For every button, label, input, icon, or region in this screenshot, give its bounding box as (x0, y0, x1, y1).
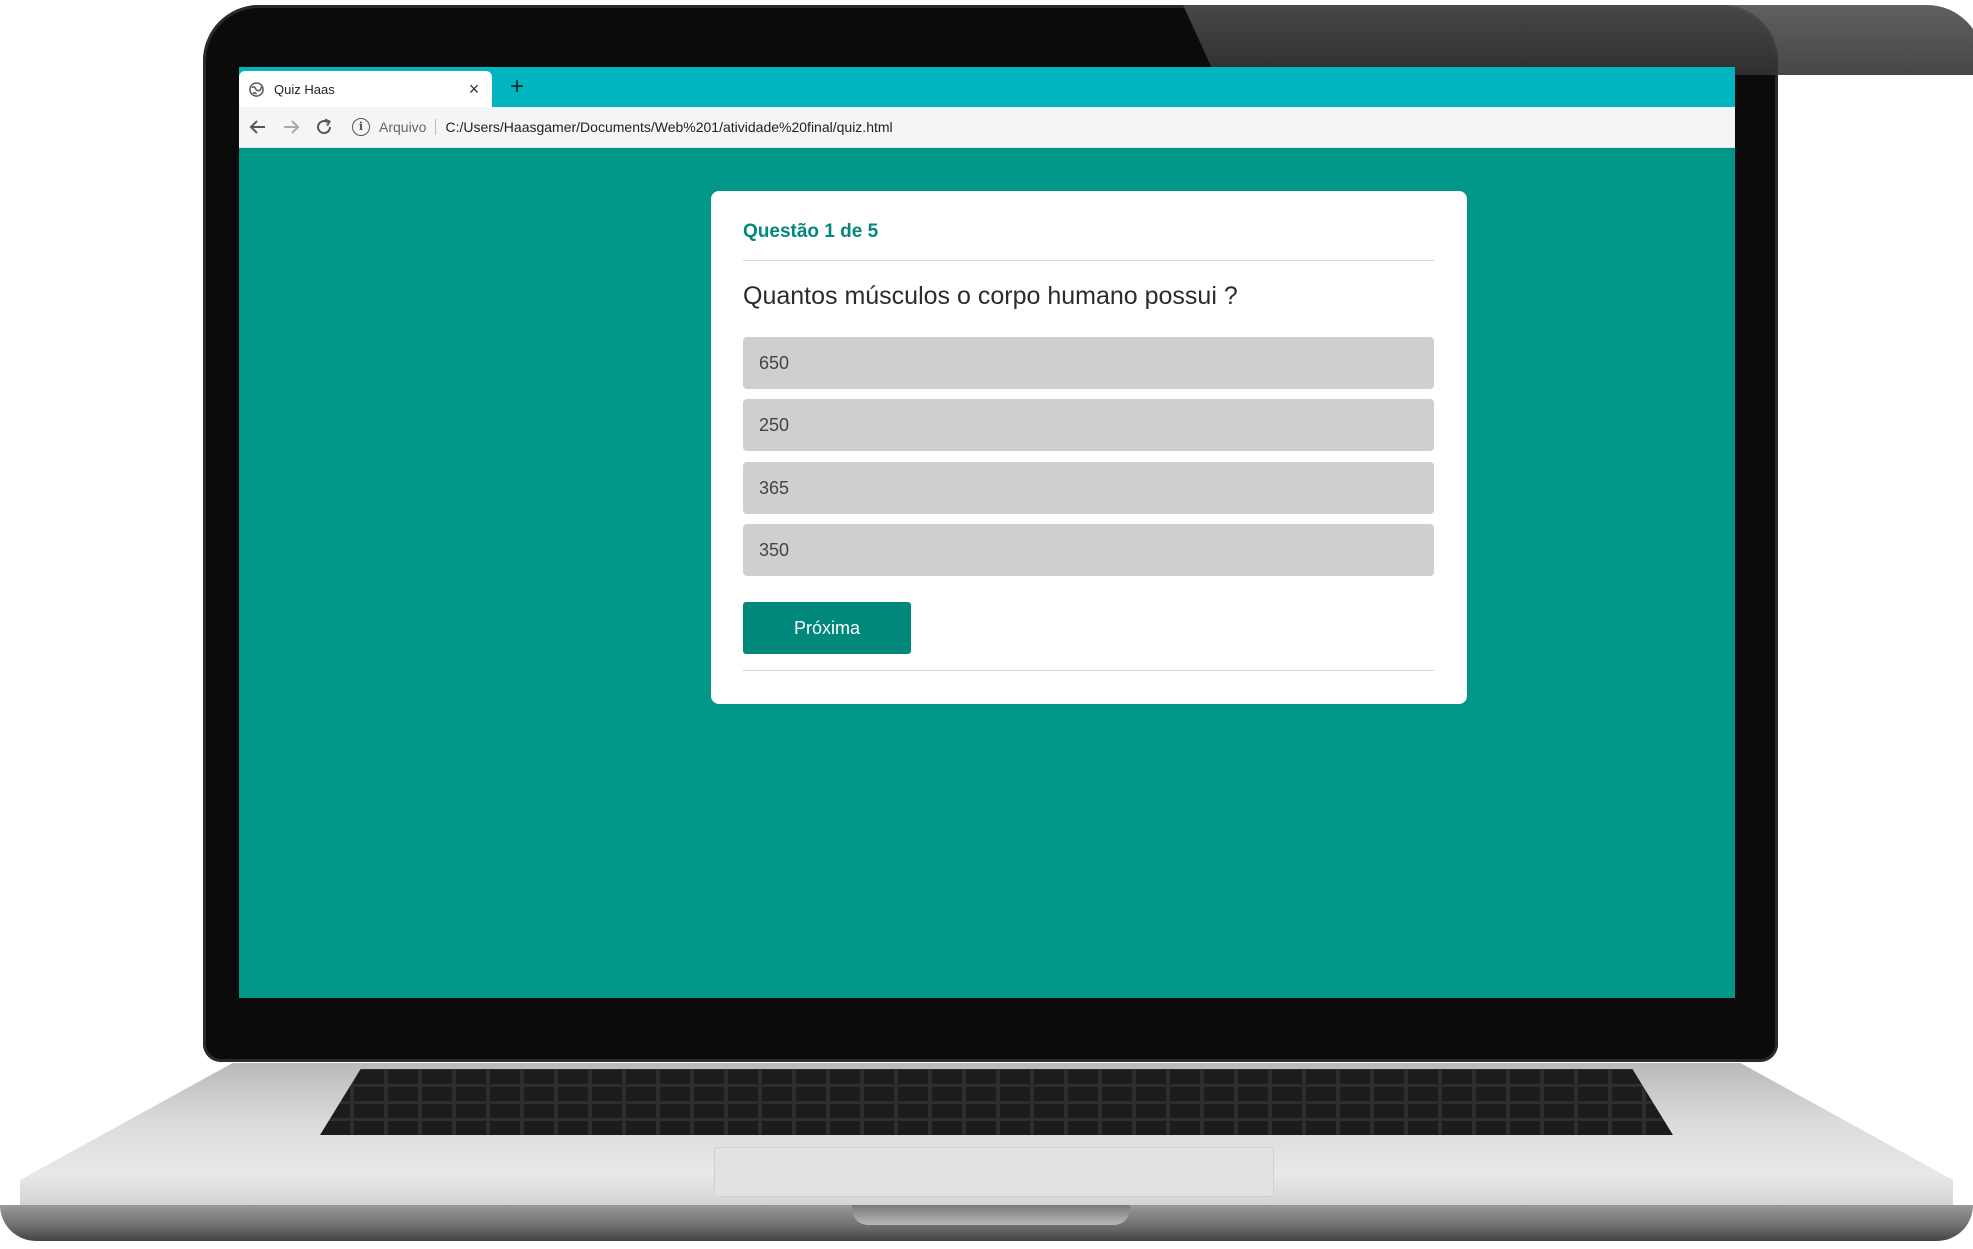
tab-strip: Quiz Haas × + (239, 67, 1735, 107)
new-tab-button[interactable]: + (503, 73, 531, 101)
quiz-card: Questão 1 de 5 Quantos músculos o corpo … (711, 191, 1467, 704)
reload-icon (317, 118, 332, 135)
laptop-base (0, 1055, 1973, 1249)
lid-notch (852, 1205, 1130, 1225)
tab-title: Quiz Haas (274, 81, 335, 97)
omnibox[interactable]: i Arquivo C:/Users/Haasgamer/Documents/W… (352, 113, 893, 141)
address-bar: i Arquivo C:/Users/Haasgamer/Documents/W… (239, 107, 1735, 148)
reload-button[interactable] (310, 113, 338, 141)
url-text[interactable]: C:/Users/Haasgamer/Documents/Web%201/ati… (445, 119, 892, 135)
keyboard (320, 1069, 1673, 1135)
browser-window: Quiz Haas × + i Arquivo C:/Users/Haasgam… (239, 67, 1735, 998)
arrow-right-icon (284, 120, 300, 134)
back-button[interactable] (244, 113, 272, 141)
answer-option[interactable]: 250 (743, 399, 1434, 451)
close-tab-icon[interactable]: × (464, 80, 484, 98)
answer-option[interactable]: 350 (743, 524, 1434, 576)
arrow-left-icon (249, 120, 265, 134)
answer-option[interactable]: 365 (743, 462, 1434, 514)
forward-button[interactable] (277, 113, 305, 141)
next-button[interactable]: Próxima (743, 602, 911, 654)
scheme-label: Arquivo (379, 119, 437, 135)
lid-reflection (1183, 5, 1973, 75)
trackpad (714, 1147, 1274, 1197)
question-counter: Questão 1 de 5 (743, 221, 879, 242)
answer-option[interactable]: 650 (743, 337, 1434, 389)
globe-icon (247, 80, 265, 98)
info-icon[interactable]: i (352, 118, 370, 136)
tab-quiz-haas[interactable]: Quiz Haas × (239, 71, 492, 107)
footer-divider (743, 670, 1434, 671)
header-divider (743, 260, 1434, 261)
question-text: Quantos músculos o corpo humano possui ? (743, 282, 1238, 310)
